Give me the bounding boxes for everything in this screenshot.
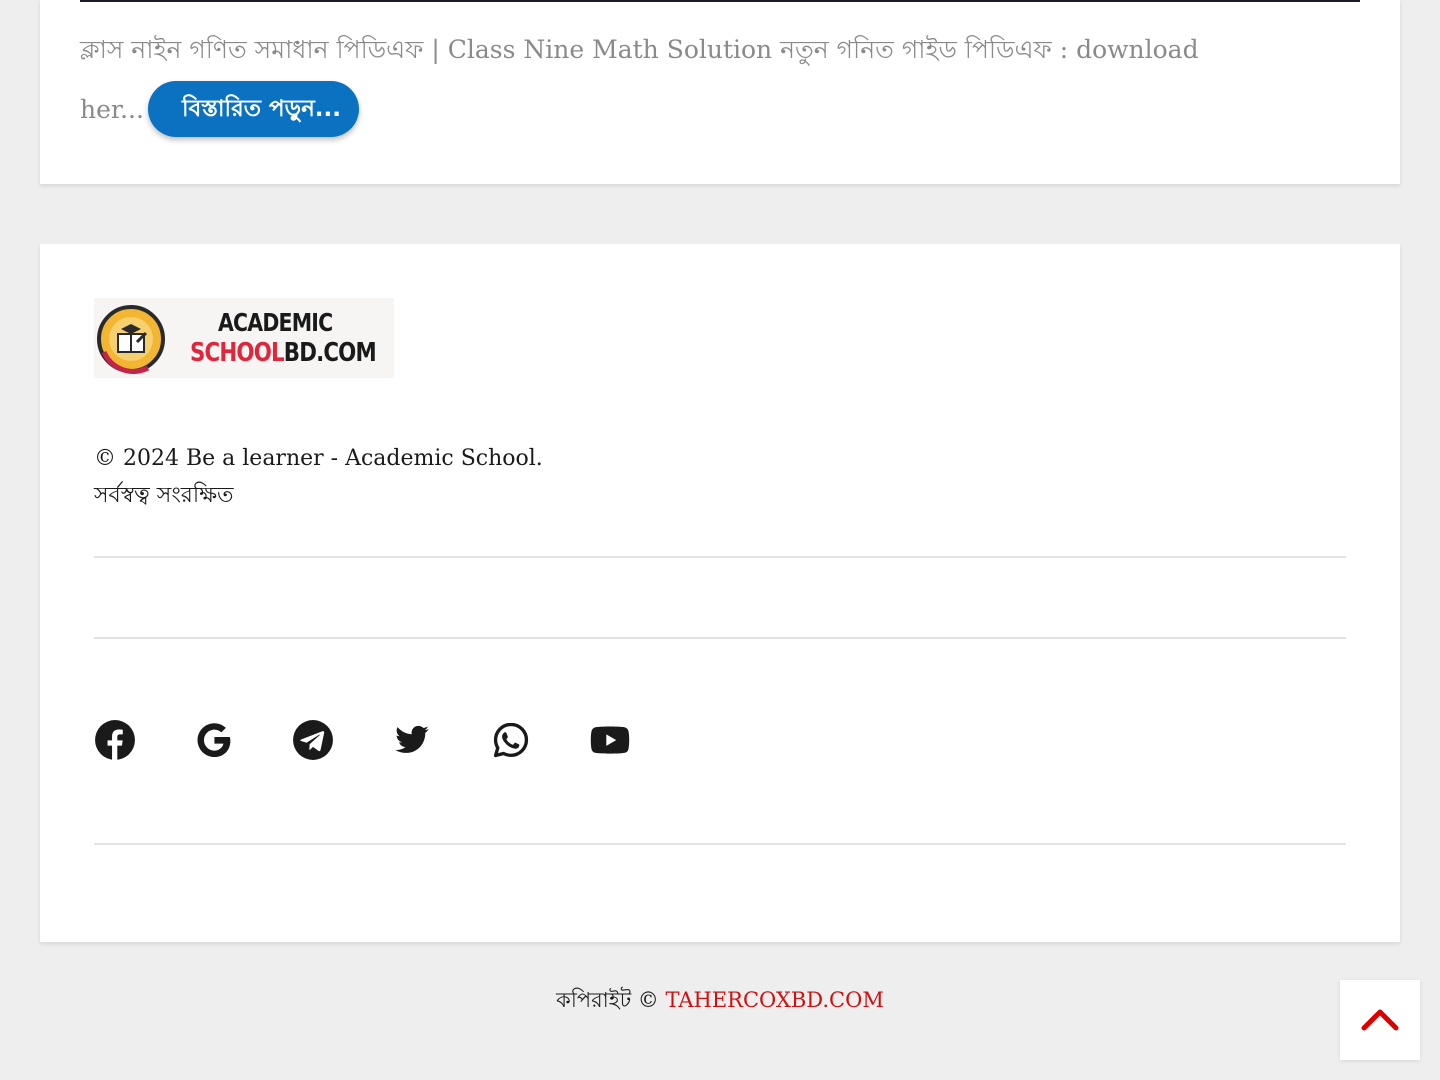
footer-divider bbox=[94, 637, 1346, 639]
book-emblem-icon bbox=[97, 305, 165, 374]
facebook-icon[interactable] bbox=[94, 719, 136, 761]
logo-text-bottom: SCHOOLBD.COM bbox=[190, 338, 377, 368]
credit-site-link[interactable]: TAHERCOXBD.COM bbox=[666, 988, 884, 1012]
site-credit: কপিরাইট © TAHERCOXBD.COM bbox=[0, 982, 1440, 1018]
post-image-bottom-edge bbox=[80, 0, 1360, 2]
copyright-line: © 2024 Be a learner - Academic School. bbox=[94, 446, 543, 471]
back-to-top-button[interactable] bbox=[1340, 980, 1420, 1060]
footer-copyright: © 2024 Be a learner - Academic School. সর… bbox=[94, 440, 543, 514]
site-logo[interactable]: ACADEMIC SCHOOLBD.COM bbox=[94, 298, 394, 378]
whatsapp-icon[interactable] bbox=[490, 719, 532, 761]
telegram-icon[interactable] bbox=[292, 719, 334, 761]
chevron-up-icon bbox=[1361, 1009, 1399, 1031]
footer-divider bbox=[94, 843, 1346, 845]
youtube-icon[interactable] bbox=[589, 719, 631, 761]
logo-text-school: SCHOOL bbox=[190, 338, 285, 368]
read-more-button[interactable]: বিস্তারিত পড়ুন... bbox=[147, 80, 360, 137]
social-links bbox=[94, 719, 631, 761]
footer-divider bbox=[94, 556, 1346, 558]
credit-prefix: কপিরাইট © bbox=[556, 988, 659, 1012]
post-card: ক্লাস নাইন গণিত সমাধান পিডিএফ | Class Ni… bbox=[40, 0, 1400, 184]
logo-text-domain: BD.COM bbox=[283, 338, 377, 368]
logo-text-top: ACADEMIC bbox=[218, 308, 333, 337]
google-icon[interactable] bbox=[193, 719, 235, 761]
footer-widget-card: ACADEMIC SCHOOLBD.COM © 2024 Be a learne… bbox=[40, 244, 1400, 942]
all-rights-reserved: সর্বস্বত্ব সংরক্ষিত bbox=[94, 483, 234, 508]
twitter-icon[interactable] bbox=[391, 719, 433, 761]
post-excerpt: ক্লাস নাইন গণিত সমাধান পিডিএফ | Class Ni… bbox=[80, 20, 1240, 140]
